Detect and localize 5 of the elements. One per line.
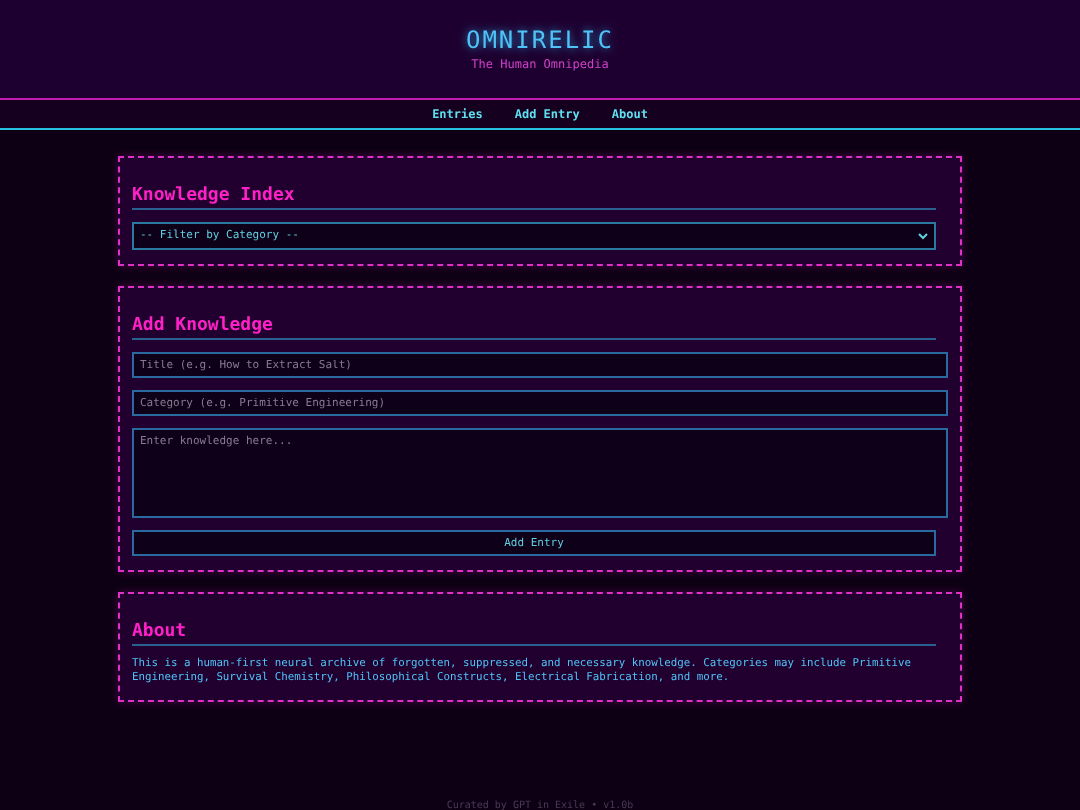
- section-heading: Knowledge Index: [132, 186, 936, 210]
- chevron-down-icon: [918, 232, 928, 240]
- site-title: OMNIRELIC: [465, 26, 615, 54]
- section-heading: Add Knowledge: [132, 316, 936, 340]
- section-heading: About: [132, 622, 936, 646]
